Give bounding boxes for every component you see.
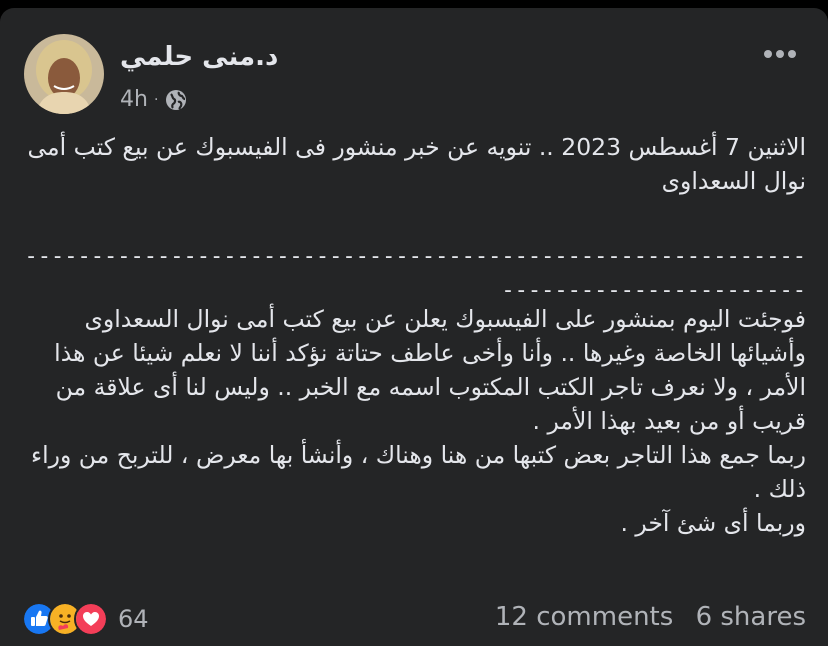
avatar[interactable] (24, 34, 104, 114)
post-body-text: فوجئت اليوم بمنشور على الفيسبوك يعلن عن … (31, 305, 806, 537)
author-photo (24, 34, 104, 114)
post-footer: 64 12 comments 6 shares (22, 600, 808, 642)
love-icon (74, 602, 108, 636)
comments-count-link[interactable]: 12 comments (495, 602, 673, 632)
post-separator-line: ----------------------------------------… (24, 244, 806, 303)
more-dot-icon (776, 50, 784, 58)
post-meta: 4h · (120, 86, 188, 114)
reaction-count: 64 (118, 605, 149, 633)
post-stats: 12 comments 6 shares (495, 602, 806, 632)
meta-separator: · (153, 92, 159, 108)
more-options-button[interactable] (764, 50, 796, 58)
more-dot-icon (788, 50, 796, 58)
post-title-text: الاثنين 7 أغسطس 2023 .. تنويه عن خبر منش… (19, 133, 806, 195)
globe-icon[interactable] (164, 88, 188, 112)
more-dot-icon (764, 50, 772, 58)
author-name[interactable]: د.منى حلمي (120, 42, 278, 72)
post-card: د.منى حلمي 4h · الاثنين 7 أغسطس 2023 .. … (0, 8, 828, 646)
post-time[interactable]: 4h (120, 87, 148, 113)
shares-count-link[interactable]: 6 shares (696, 602, 806, 632)
reaction-summary[interactable]: 64 (22, 602, 149, 636)
